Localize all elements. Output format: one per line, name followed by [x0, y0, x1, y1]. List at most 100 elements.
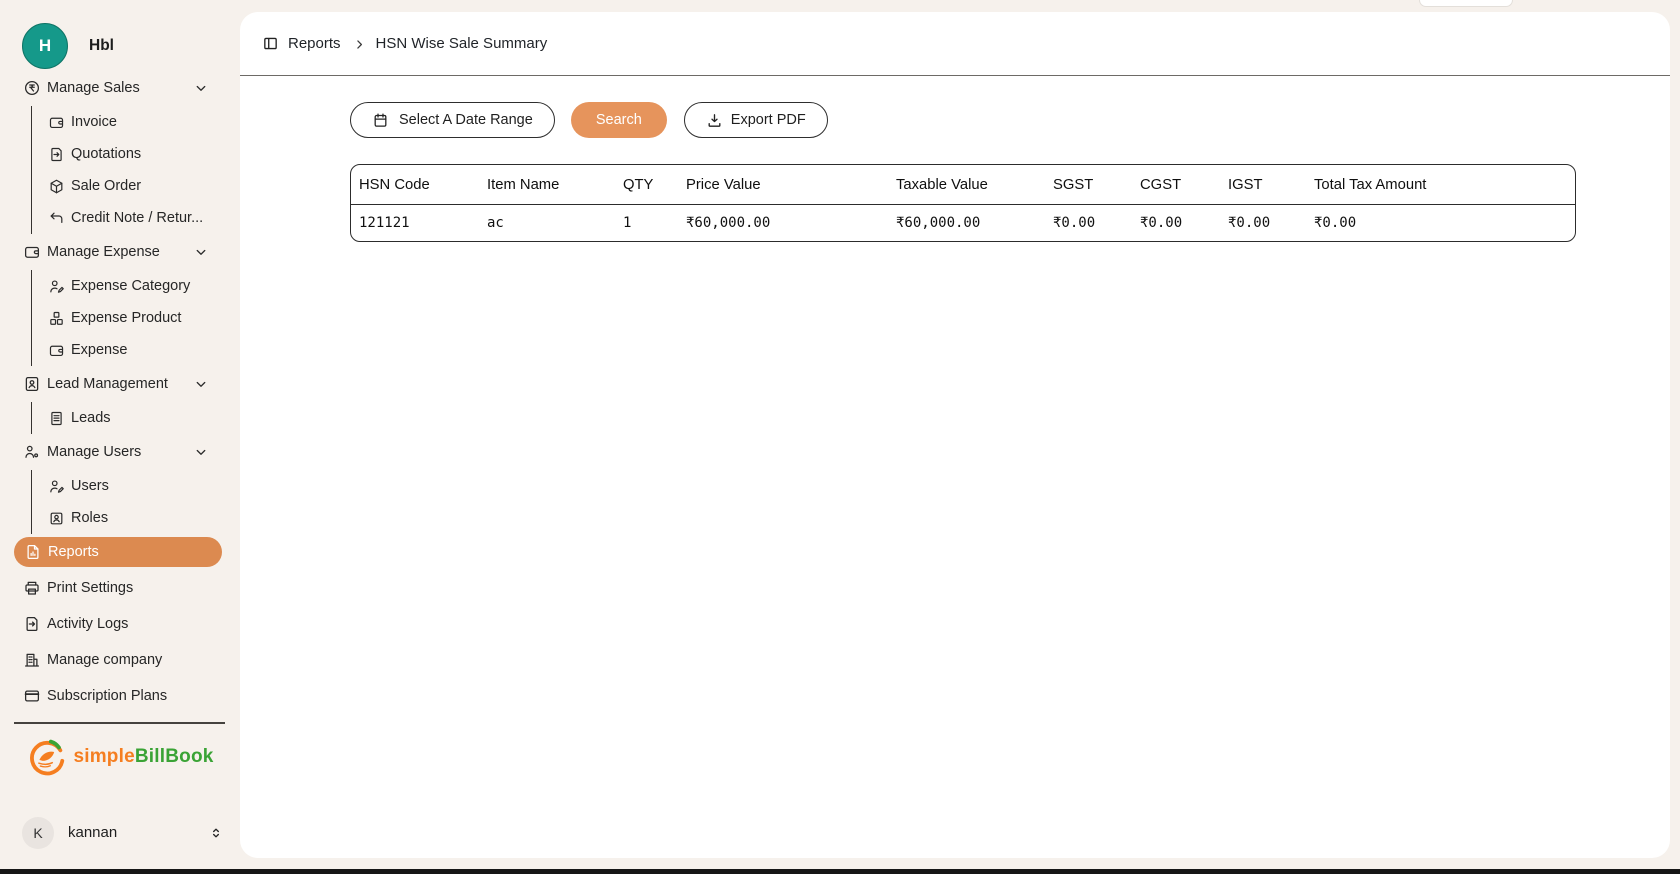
bottom-edge-bar [0, 869, 1680, 874]
sidebar-subgroup-lead-management: Leads [31, 402, 240, 434]
sidebar-item-label: Quotations [71, 146, 141, 162]
company-avatar[interactable]: H [22, 23, 68, 69]
sidebar-item-manage-company[interactable]: Manage company [0, 642, 240, 678]
sidebar-item-label: Manage Expense [47, 244, 192, 260]
sidebar-item-label: Invoice [71, 114, 117, 130]
sidebar-toggle-icon[interactable] [262, 35, 279, 52]
table-cell: 1 [615, 205, 678, 241]
date-range-button[interactable]: Select A Date Range [350, 102, 555, 138]
table-cell: 121121 [351, 205, 479, 241]
sidebar-item-manage-users[interactable]: Manage Users [0, 434, 240, 470]
sidebar-item-invoice[interactable]: Invoice [32, 106, 240, 138]
search-button[interactable]: Search [571, 102, 667, 138]
report-content: Select A Date Range Search Export PDF [240, 76, 1670, 242]
logo-text-simple: simple [73, 746, 134, 767]
sidebar-item-manage-expense[interactable]: Manage Expense [0, 234, 240, 270]
breadcrumb-parent[interactable]: Reports [288, 35, 341, 52]
column-header-hsn-code: HSN Code [351, 165, 479, 205]
sidebar-item-expense-product[interactable]: Expense Product [32, 302, 240, 334]
sidebar-item-quotations[interactable]: Quotations [32, 138, 240, 170]
breadcrumb: Reports HSN Wise Sale Summary [240, 12, 1670, 76]
sidebar-divider [14, 722, 225, 724]
wallet-icon [48, 342, 65, 359]
column-header-qty: QTY [615, 165, 678, 205]
sidebar-item-label: Expense Product [71, 310, 181, 326]
sidebar-item-print-settings[interactable]: Print Settings [0, 570, 240, 606]
table-cell: ₹0.00 [1045, 205, 1132, 241]
sidebar-item-label: Leads [71, 410, 111, 426]
sidebar-item-sale-order[interactable]: Sale Order [32, 170, 240, 202]
document-arrow-icon [48, 146, 65, 163]
table-header-row: HSN CodeItem NameQTYPrice ValueTaxable V… [351, 165, 1575, 205]
chevron-down-icon [192, 243, 210, 261]
sidebar-item-leads[interactable]: Leads [32, 402, 240, 434]
sidebar-subgroup-manage-sales: Invoice Quotations Sale OrderCredit Note /… [31, 106, 240, 234]
column-header-taxable-value: Taxable Value [888, 165, 1045, 205]
user-edit-icon [48, 278, 65, 295]
sidebar-item-label: Roles [71, 510, 108, 526]
sidebar-item-reports[interactable]: Reports [14, 537, 222, 567]
sidebar-item-label: Expense [71, 342, 127, 358]
sidebar-item-label: Manage company [47, 652, 216, 668]
download-icon [706, 112, 723, 129]
toolbar: Select A Date Range Search Export PDF [350, 102, 1576, 138]
date-range-label: Select A Date Range [399, 112, 533, 128]
table-cell: ₹60,000.00 [888, 205, 1045, 241]
chevron-down-icon [192, 79, 210, 97]
table-cell: ₹0.00 [1220, 205, 1306, 241]
user-edit-icon [48, 478, 65, 495]
column-header-sgst: SGST [1045, 165, 1132, 205]
updown-icon[interactable] [208, 825, 224, 841]
main-content-card: Reports HSN Wise Sale Summary Select A D… [240, 12, 1670, 858]
sidebar-item-label: Lead Management [47, 376, 192, 392]
boxes-icon [48, 310, 65, 327]
credit-card-icon [23, 687, 41, 705]
user-menu[interactable]: K kannan [22, 817, 224, 849]
export-pdf-button[interactable]: Export PDF [684, 102, 828, 138]
sidebar-item-label: Manage Sales [47, 80, 192, 96]
browser-pill [1419, 0, 1513, 7]
wallet-icon [23, 243, 41, 261]
user-square-icon [48, 510, 65, 527]
user-name: kannan [68, 824, 117, 841]
sidebar-item-expense[interactable]: Expense [32, 334, 240, 366]
chevron-right-icon [353, 38, 366, 51]
company-name: Hbl [89, 37, 114, 55]
contact-card-icon [23, 375, 41, 393]
chevron-down-icon [192, 443, 210, 461]
column-header-cgst: CGST [1132, 165, 1220, 205]
users-icon [23, 443, 41, 461]
sidebar-item-activity-logs[interactable]: Activity Logs [0, 606, 240, 642]
sidebar-nav: Manage Sales Invoice Quotations Sale OrderC… [0, 70, 240, 714]
table-cell: ₹0.00 [1306, 205, 1575, 241]
rupee-coin-icon [23, 79, 41, 97]
sidebar-item-subscription-plans[interactable]: Subscription Plans [0, 678, 240, 714]
sidebar-item-expense-category[interactable]: Expense Category [32, 270, 240, 302]
column-header-item-name: Item Name [479, 165, 615, 205]
chevron-down-icon [192, 375, 210, 393]
app-logo: simpleBillBook [0, 736, 240, 778]
sidebar-item-label: Expense Category [71, 278, 190, 294]
breadcrumb-current: HSN Wise Sale Summary [376, 35, 548, 52]
return-arrow-icon [48, 210, 65, 227]
table-row: 121121ac1₹60,000.00₹60,000.00₹0.00₹0.00₹… [351, 205, 1575, 241]
summary-table: HSN CodeItem NameQTYPrice ValueTaxable V… [350, 164, 1576, 242]
sidebar-item-label: Users [71, 478, 109, 494]
sidebar-item-lead-management[interactable]: Lead Management [0, 366, 240, 402]
sidebar-item-label: Manage Users [47, 444, 192, 460]
column-header-total-tax-amount: Total Tax Amount [1306, 165, 1575, 205]
billbook-logo-icon [26, 736, 68, 778]
sidebar-item-users[interactable]: Users [32, 470, 240, 502]
document-arrow-icon [23, 615, 41, 633]
printer-icon [23, 579, 41, 597]
logo-text-billbook: BillBook [135, 746, 214, 767]
sidebar-item-roles[interactable]: Roles [32, 502, 240, 534]
sidebar-item-manage-sales[interactable]: Manage Sales [0, 70, 240, 106]
table-cell: ₹0.00 [1132, 205, 1220, 241]
sidebar-item-label: Print Settings [47, 580, 216, 596]
sidebar-item-credit-note-retur[interactable]: Credit Note / Retur... [32, 202, 240, 234]
document-lines-icon [48, 410, 65, 427]
table-cell: ₹60,000.00 [678, 205, 888, 241]
column-header-igst: IGST [1220, 165, 1306, 205]
sidebar-item-label: Activity Logs [47, 616, 216, 632]
